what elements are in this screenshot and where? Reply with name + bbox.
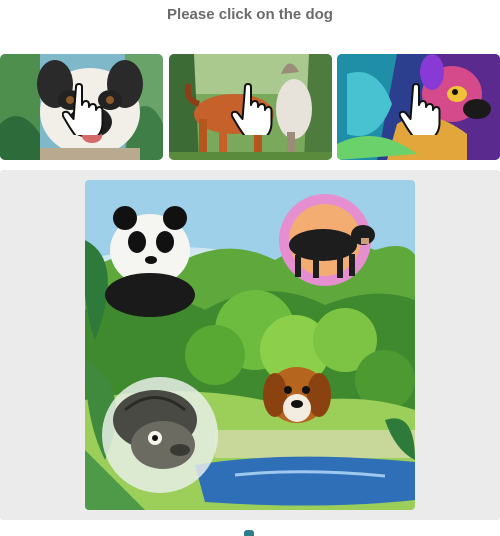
choice-thumbnail-3[interactable] — [337, 54, 500, 160]
choice-thumbnails — [0, 54, 500, 160]
tortoise-subject — [102, 377, 218, 493]
panda-subject — [105, 206, 195, 317]
challenge-prompt: Please click on the dog — [167, 6, 333, 23]
dog-subject — [263, 367, 331, 423]
choice-thumbnail-1[interactable] — [0, 54, 163, 160]
choice-thumbnail-2[interactable] — [169, 54, 332, 160]
pointer-hand-icon — [61, 83, 103, 135]
footer-indicator — [244, 530, 254, 536]
challenge-panel — [0, 170, 500, 520]
pointer-hand-icon — [398, 83, 440, 135]
pointer-hand-icon — [230, 83, 272, 135]
watercolor-jungle-illustration — [85, 180, 415, 510]
challenge-scene-image[interactable] — [85, 180, 415, 510]
